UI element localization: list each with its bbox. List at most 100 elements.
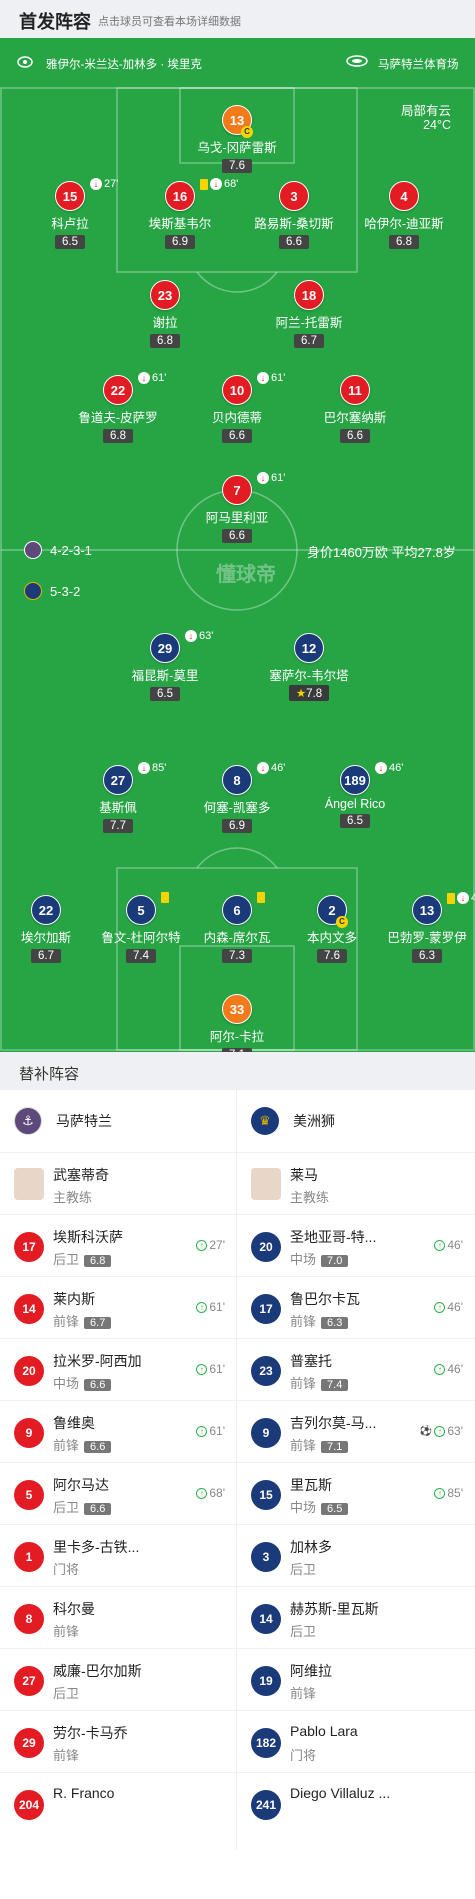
player-name: 基斯佩 [99,801,137,815]
sub-in-info: ↑ 46' [434,1300,463,1314]
home-team-header[interactable]: ⚓ 马萨特兰 [14,1090,112,1152]
player-name: 科卢拉 [51,217,89,231]
sub-row[interactable]: 1 里卡多-古铁... 门将 [0,1524,237,1586]
sub-row[interactable]: 8 科尔曼 前锋 [0,1586,237,1648]
sub-position: 前锋 [290,1683,316,1702]
captain-icon: C [336,916,348,928]
sub-off-icon: ↓ [257,372,269,384]
sub-off-icon: ↓ [185,630,197,642]
position-text: 前锋 [53,1438,80,1453]
sub-row[interactable]: 9 吉列尔莫-马... 前锋 7.1 ⚽ ↑ 63' [237,1400,475,1462]
rating-value: 7.4 [133,950,149,962]
sub-row[interactable]: 27 威廉-巴尔加斯 后卫 [0,1648,237,1710]
player-name: 福昆斯-莫里 [131,669,199,683]
shirt-number: 33 [222,994,252,1024]
sub-row[interactable]: 29 劳尔-卡马乔 前锋 [0,1710,237,1772]
sub-row[interactable]: 182 Pablo Lara 门将 [237,1710,475,1772]
sub-row[interactable]: 19 阿维拉 前锋 [237,1648,475,1710]
player-away[interactable]: 27 ↓ 85' 基斯佩 7.7 [58,762,178,834]
rating-value: 6.7 [301,335,317,347]
sub-in-icon: ↑ [196,1425,208,1437]
shirt-number: 5 [126,895,156,925]
sub-rating: 6.3 [321,1317,349,1329]
player-name: 乌戈-冈萨雷斯 [197,141,277,155]
player-home[interactable]: 18 阿兰-托雷斯 6.7 [249,280,369,349]
player-away[interactable]: 189 ↓ 46' Ángel Rico 6.5 [295,762,415,829]
player-events [257,892,265,903]
player-away[interactable]: 8 ↓ 46' 何塞-凯塞多 6.9 [177,762,297,834]
rating-value: 6.6 [286,236,302,248]
player-name: 鲁道夫-皮萨罗 [78,411,158,425]
sub-number: 23 [251,1356,281,1386]
away-coach-row[interactable]: 莱马 主教练 [237,1152,475,1214]
sub-row[interactable]: 9 鲁维奥 前锋 6.6 ↑ 61' [0,1400,237,1462]
rating-value: 7.6 [229,160,245,172]
sub-number: 14 [251,1604,281,1634]
shirt-number: 15 [55,181,85,211]
sub-number: 20 [251,1232,281,1262]
sub-minute: 85' [447,1486,463,1500]
sub-off-icon: ↓ [138,372,150,384]
home-coach-row[interactable]: 武塞蒂奇 主教练 [0,1152,237,1214]
sub-row[interactable]: 20 拉米罗-阿西加 中场 6.6 ↑ 61' [0,1338,237,1400]
player-rating: 6.5 [55,235,85,249]
player-away[interactable]: 29 ↓ 63' 福昆斯-莫里 6.5 [105,630,225,702]
player-home[interactable]: 4 哈伊尔-迪亚斯 6.8 [344,181,464,250]
player-home[interactable]: 16 ↓ 68' 埃斯基韦尔 6.9 [120,178,240,250]
sub-rating: 6.6 [84,1441,112,1453]
sub-row[interactable]: 204 R. Franco [0,1772,237,1834]
player-away[interactable]: 33阿尔-卡拉7.1 [177,994,297,1052]
player-home[interactable]: 23 谢拉 6.8 [105,280,225,349]
sub-minute: 61' [271,472,286,484]
sub-rating: 6.8 [84,1255,112,1267]
sub-row[interactable]: 20 圣地亚哥-特... 中场 7.0 ↑ 46' [237,1214,475,1276]
home-team-crest-icon: ⚓ [14,1107,42,1135]
player-home[interactable]: 3 路易斯-桑切斯 6.6 [234,181,354,250]
sub-name: 阿尔马达 [53,1477,109,1493]
player-home[interactable]: 7 ↓ 61' 阿马里利亚 6.6 [177,472,297,544]
player-name: 阿尔-卡拉 [209,1030,265,1044]
player-rating: 6.9 [165,235,195,249]
sub-name: 拉米罗-阿西加 [53,1353,142,1369]
player-home[interactable]: 15 ↓ 27' 科卢拉 6.5 [10,178,130,250]
player-home[interactable]: 13 C 乌戈-冈萨雷斯 7.6 [177,105,297,174]
sub-row[interactable]: 14 莱内斯 前锋 6.7 ↑ 61' [0,1276,237,1338]
sub-position: 后卫 [290,1621,316,1640]
rating-value: 6.8 [110,430,126,442]
sub-number: 19 [251,1666,281,1696]
sub-number: 9 [14,1418,44,1448]
player-home[interactable]: 10 ↓ 61' 贝内德蒂 6.6 [177,372,297,444]
yellow-card-icon [447,892,455,904]
sub-row[interactable]: 5 阿尔马达 后卫 6.6 ↑ 68' [0,1462,237,1524]
player-events: ↓ 46' [257,762,285,774]
player-rating: 7.6 [317,949,347,963]
subs-title: 替补阵容 [19,1066,80,1083]
player-rating: 6.5 [340,814,370,828]
sub-in-icon: ↑ [434,1239,446,1251]
sub-row[interactable]: 3 加林多 后卫 [237,1524,475,1586]
sub-row[interactable]: 17 埃斯科沃萨 后卫 6.8 ↑ 27' [0,1214,237,1276]
rating-value: 6.5 [347,815,363,827]
player-away[interactable]: 12 塞萨尔-韦尔塔 ★7.8 [249,633,369,702]
player-rating: 7.3 [222,949,252,963]
player-home[interactable]: 22 ↓ 61' 鲁道夫-皮萨罗 6.8 [58,372,178,444]
sub-position: 后卫 6.8 [53,1249,112,1268]
position-text: 后卫 [53,1686,80,1701]
yellow-card-icon [257,892,265,903]
sub-row[interactable]: 241 Diego Villaluz ... [237,1772,475,1834]
sub-name: 鲁维奥 [53,1415,95,1431]
away-team-header[interactable]: ♛ 美洲狮 [251,1090,335,1152]
sub-row[interactable]: 23 普塞托 前锋 7.4 ↑ 46' [237,1338,475,1400]
player-events [161,892,169,903]
sub-in-icon: ↑ [434,1363,446,1375]
sub-row[interactable]: 14 赫苏斯-里瓦斯 后卫 [237,1586,475,1648]
player-events: ↓ 61' [257,372,285,384]
sub-name: 吉列尔莫-马... [290,1415,377,1431]
sub-row[interactable]: 15 里瓦斯 中场 6.5 ↑ 85' [237,1462,475,1524]
rating-value: 7.6 [324,950,340,962]
sub-row[interactable]: 17 鲁巴尔卡瓦 前锋 6.3 ↑ 46' [237,1276,475,1338]
shirt-number: 189 [340,765,370,795]
player-away[interactable]: 13 ↓46 巴勃罗-蒙罗伊 6.3 [367,892,475,964]
player-home[interactable]: 11 巴尔塞纳斯 6.6 [295,375,415,444]
sub-number: 20 [14,1356,44,1386]
